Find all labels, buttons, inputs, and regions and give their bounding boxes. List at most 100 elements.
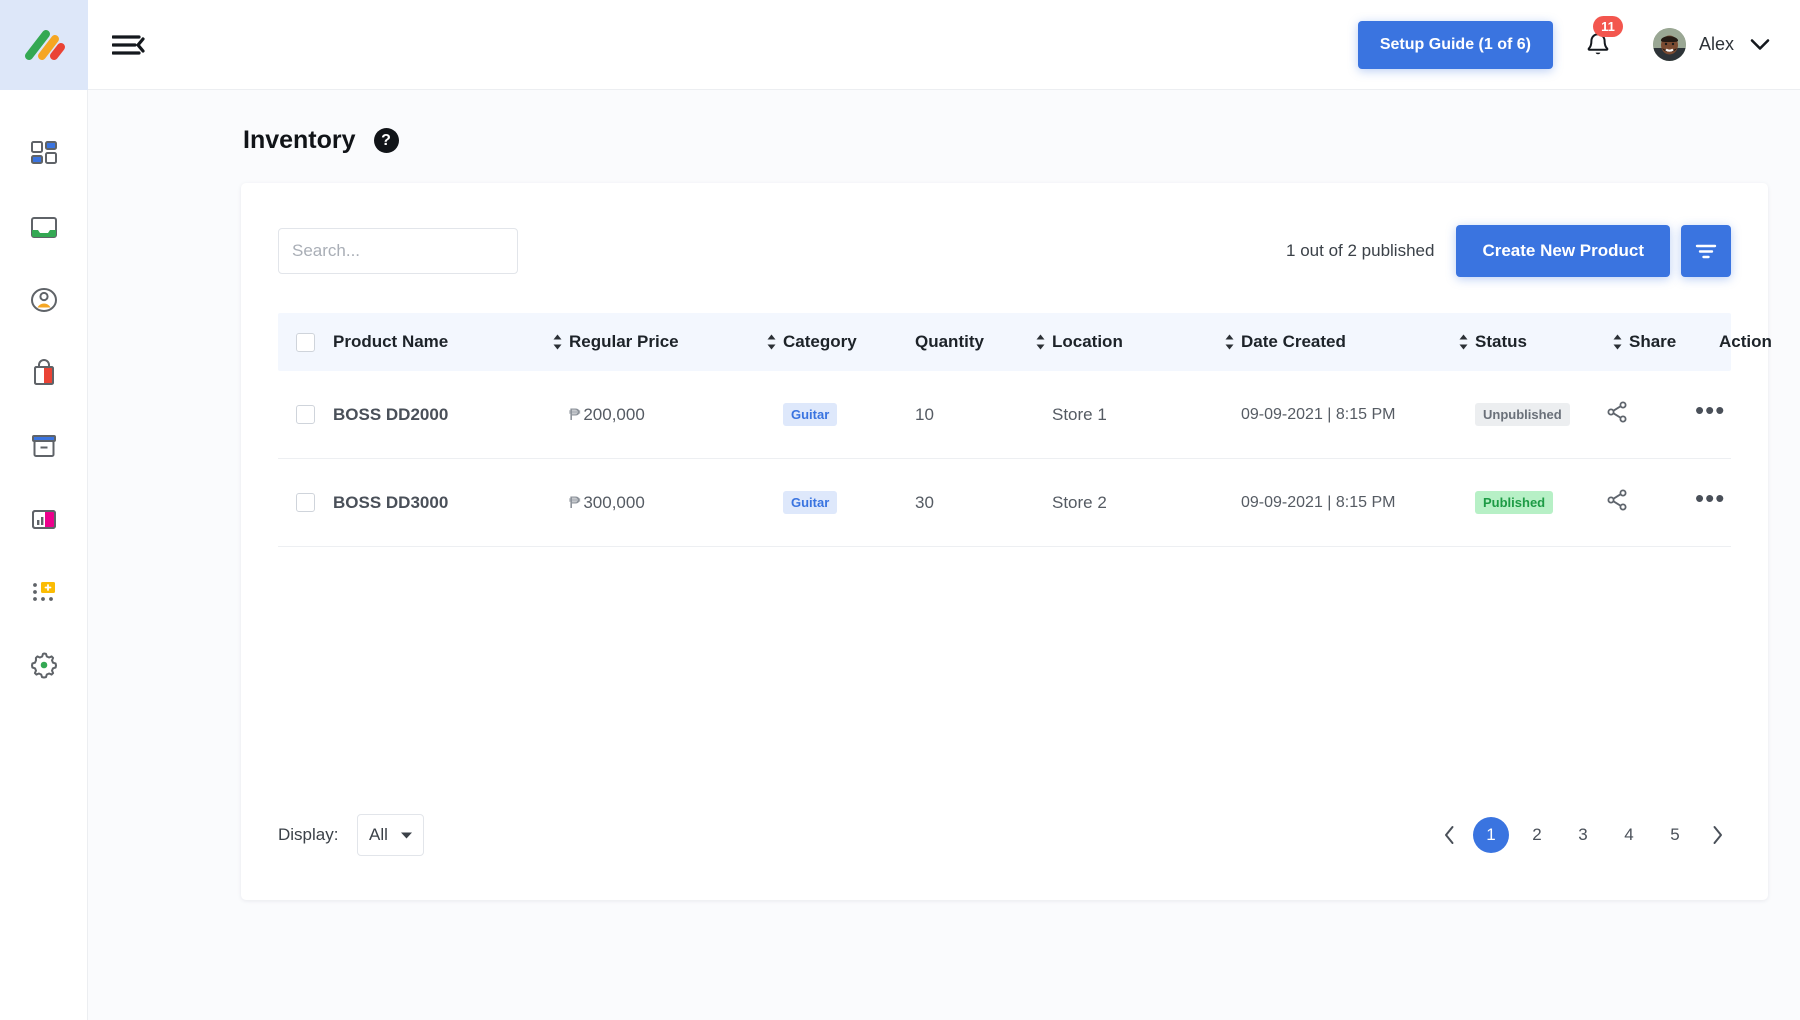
chevron-down-icon [1750, 39, 1770, 50]
sort-date-created[interactable] [1451, 332, 1475, 352]
cell-location: Store 1 [1052, 404, 1107, 424]
main-column: Setup Guide (1 of 6) 11 Alex Inventory ?… [88, 0, 1800, 1020]
table-row[interactable]: BOSS DD3000 ₱ 300,000 Guitar 30 Store 2 … [278, 459, 1731, 547]
sort-arrows-icon [553, 334, 561, 350]
category-badge: Guitar [783, 403, 838, 426]
pagination-page-4[interactable]: 4 [1611, 817, 1647, 853]
column-header-category[interactable]: Category [783, 332, 857, 351]
sidebar-nav [0, 90, 87, 685]
cell-date-created: 09-09-2021 | 8:15 PM [1241, 493, 1396, 511]
sort-quantity[interactable] [1028, 332, 1052, 352]
search-input[interactable] [292, 241, 513, 261]
row-action-menu-button[interactable]: ••• [1695, 483, 1725, 513]
price-value: 300,000 [583, 492, 645, 512]
app-logo[interactable] [0, 0, 88, 90]
column-header-status[interactable]: Status [1475, 332, 1527, 351]
currency-symbol: ₱ [569, 492, 581, 512]
table-row[interactable]: BOSS DD2000 ₱ 200,000 Guitar 10 Store 1 … [278, 371, 1731, 459]
cell-date-created: 09-09-2021 | 8:15 PM [1241, 405, 1396, 423]
chevron-left-icon [1444, 826, 1453, 844]
row-select-cell [278, 405, 333, 424]
sort-location[interactable] [1217, 332, 1241, 352]
sort-product-name[interactable] [545, 332, 569, 352]
column-header-regular-price[interactable]: Regular Price [569, 332, 679, 351]
cell-quantity: 30 [915, 492, 934, 512]
content-area: Inventory ? 1 out of 2 published [88, 90, 1800, 1020]
pagination-page-1[interactable]: 1 [1473, 817, 1509, 853]
pagination-next-button[interactable] [1703, 817, 1731, 853]
chevron-right-icon [1713, 826, 1722, 844]
row-action-menu-button[interactable]: ••• [1695, 395, 1725, 425]
sort-arrows-icon [767, 334, 775, 350]
column-header-location[interactable]: Location [1052, 332, 1123, 351]
apps-add-icon [32, 582, 55, 601]
sidebar-item-settings[interactable] [20, 645, 68, 685]
display-count-select[interactable]: All [357, 814, 425, 856]
pagination-page-2[interactable]: 2 [1519, 817, 1555, 853]
setup-guide-button[interactable]: Setup Guide (1 of 6) [1357, 20, 1553, 69]
caret-down-icon [400, 832, 412, 838]
user-circle-icon [30, 288, 57, 312]
currency-symbol: ₱ [569, 404, 581, 424]
sort-arrows-icon [1459, 334, 1467, 350]
column-header-action: Action [1719, 332, 1772, 351]
share-button[interactable] [1605, 400, 1629, 424]
pagination-prev-button[interactable] [1435, 817, 1463, 853]
cell-location: Store 2 [1052, 492, 1107, 512]
row-checkbox[interactable] [296, 493, 315, 512]
table-spacer [278, 547, 1731, 814]
user-name: Alex [1698, 34, 1734, 54]
pagination: 1 2 3 4 5 [1435, 817, 1731, 853]
status-badge: Published [1475, 491, 1554, 514]
display-label: Display: [278, 825, 339, 844]
display-count-value: All [369, 825, 388, 844]
sidebar-item-customers[interactable] [20, 280, 68, 320]
table-header-row: Product Name Regular Price Category Quan… [278, 313, 1772, 371]
select-all-checkbox[interactable] [296, 332, 315, 352]
status-badge: Unpublished [1475, 403, 1570, 426]
dashboard-grid-icon [30, 141, 57, 164]
app-root: Setup Guide (1 of 6) 11 Alex Inventory ?… [0, 0, 1800, 1020]
sidebar-item-reports[interactable] [20, 499, 68, 539]
category-badge: Guitar [783, 491, 838, 514]
sort-status[interactable] [1605, 332, 1629, 352]
question-mark-icon[interactable]: ? [373, 128, 399, 153]
pagination-page-5[interactable]: 5 [1657, 817, 1693, 853]
notification-badge: 11 [1592, 15, 1623, 37]
sort-arrows-icon [1613, 334, 1621, 350]
hamburger-collapse-icon[interactable] [112, 28, 152, 62]
column-header-quantity[interactable]: Quantity [915, 332, 984, 351]
filter-icon [1695, 244, 1717, 259]
cell-product-name[interactable]: BOSS DD3000 [333, 493, 448, 512]
inventory-card: 1 out of 2 published Create New Product [241, 183, 1772, 900]
share-button[interactable] [1605, 488, 1629, 512]
sort-arrows-icon [1036, 334, 1044, 350]
sidebar-item-apps[interactable] [20, 572, 68, 612]
shopping-bag-icon [33, 359, 54, 385]
filter-button[interactable] [1681, 225, 1731, 277]
user-menu-button[interactable] [1750, 38, 1770, 51]
column-header-product-name[interactable]: Product Name [333, 332, 448, 351]
row-checkbox[interactable] [296, 405, 315, 424]
share-icon [1607, 489, 1627, 511]
sidebar [0, 0, 88, 1020]
create-new-product-button[interactable]: Create New Product [1456, 225, 1670, 277]
column-header-date-created[interactable]: Date Created [1241, 332, 1346, 351]
notifications-button[interactable]: 11 [1581, 15, 1623, 65]
avatar[interactable] [1652, 28, 1686, 61]
sidebar-item-dashboard[interactable] [20, 134, 68, 174]
select-all-cell [278, 332, 333, 352]
cell-product-name[interactable]: BOSS DD2000 [333, 405, 448, 424]
avatar-image [1652, 28, 1686, 61]
sidebar-item-inbox[interactable] [20, 207, 68, 247]
pagination-page-3[interactable]: 3 [1565, 817, 1601, 853]
cell-price: ₱ 300,000 [569, 493, 645, 512]
row-select-cell [278, 493, 333, 512]
sidebar-item-shop[interactable] [20, 353, 68, 393]
card-footer: Display: All 1 2 3 4 5 [278, 814, 1731, 900]
search-box[interactable] [278, 228, 518, 274]
bar-chart-icon [31, 510, 56, 529]
sidebar-item-inventory[interactable] [20, 426, 68, 466]
inventory-table: Product Name Regular Price Category Quan… [278, 313, 1772, 547]
sort-regular-price[interactable] [759, 332, 783, 352]
